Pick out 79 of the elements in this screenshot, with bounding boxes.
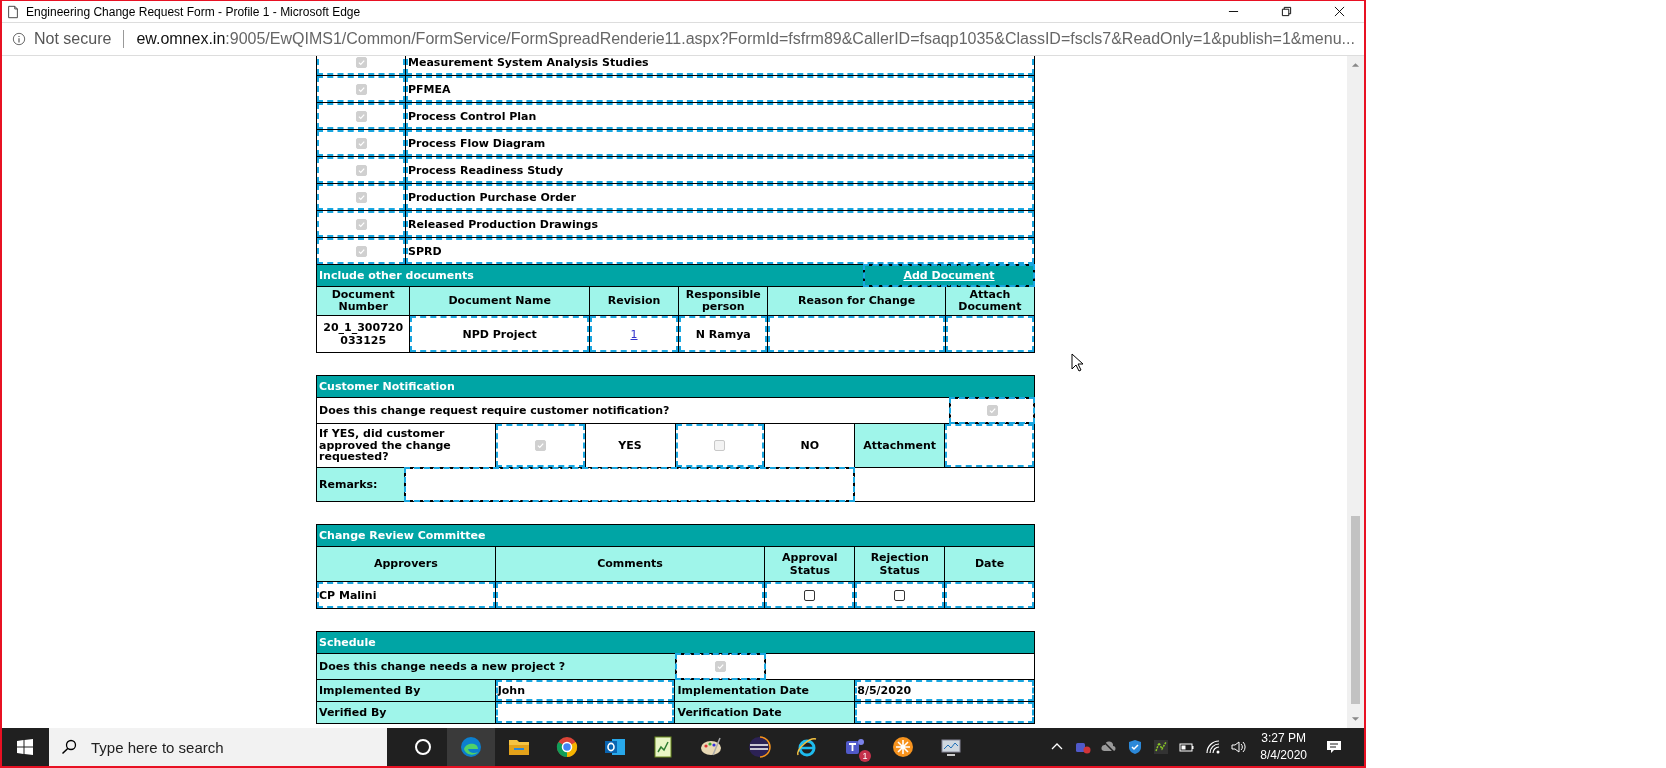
document-label: Production Purchase Order	[408, 190, 576, 204]
table-cell: CP Malini	[317, 582, 495, 608]
option-label: NO	[765, 424, 855, 467]
column-header: Approval Status	[765, 547, 855, 581]
document-label: PFMEA	[408, 82, 451, 96]
field-label: Remarks:	[317, 468, 404, 501]
document-label: Process Control Plan	[408, 109, 537, 123]
column-header: Revision	[589, 287, 679, 315]
eclipse-icon[interactable]	[747, 735, 771, 759]
column-header: Comments	[495, 547, 765, 581]
notepad-chart-icon[interactable]	[651, 735, 675, 759]
input-field[interactable]	[945, 424, 1034, 467]
column-header: Approvers	[317, 547, 495, 581]
field-label: Verified By	[317, 702, 495, 723]
input-field[interactable]	[495, 702, 675, 723]
shield-icon[interactable]	[1127, 739, 1144, 755]
table-cell: NPD Project	[410, 316, 589, 352]
notification-badge: 1	[859, 750, 871, 762]
column-header: Attach Document	[945, 287, 1034, 315]
chrome-icon[interactable]	[555, 735, 579, 759]
input-field[interactable]	[495, 582, 765, 608]
document-label: Released Production Drawings	[408, 217, 598, 231]
close-icon[interactable]	[1334, 6, 1345, 17]
input-field[interactable]	[945, 316, 1034, 352]
field-label: Attachment	[855, 424, 945, 467]
scrollbar-thumb[interactable]	[1351, 516, 1360, 704]
windows-start-icon[interactable]	[17, 739, 33, 755]
app-tray-icon[interactable]	[1153, 739, 1170, 755]
document-label: SPRD	[408, 244, 442, 258]
search-field[interactable]: Type here to search	[49, 728, 387, 766]
column-header: Responsible person	[679, 287, 768, 315]
column-header: Document Number	[317, 287, 410, 315]
document-label: Process Flow Diagram	[408, 136, 546, 150]
document-label: Process Readiness Study	[408, 163, 564, 177]
input-field[interactable]: 8/5/2020	[855, 680, 1034, 701]
section-header: Change Review Committee	[317, 525, 1034, 546]
question-label: Does this change needs a new project ?	[317, 654, 675, 679]
checkbox[interactable]	[894, 589, 906, 601]
security-label[interactable]: Not secure	[34, 30, 112, 48]
input-field[interactable]	[855, 702, 1034, 723]
question-label: Does this change request require customer notification?	[317, 398, 949, 423]
notifications-icon[interactable]	[1326, 739, 1342, 755]
field-label: Implementation Date	[675, 680, 855, 701]
field-label: Implemented By	[317, 680, 495, 701]
window-title: Engineering Change Request Form - Profile 1 - Microsoft Edge	[26, 4, 361, 19]
page-icon	[6, 4, 20, 19]
checkbox[interactable]	[804, 589, 816, 601]
section-header: Schedule	[317, 632, 1034, 653]
column-header: Document Name	[410, 287, 589, 315]
document-label: Measurement System Analysis Studies	[408, 56, 649, 69]
restore-icon[interactable]	[1281, 6, 1292, 17]
section-header: Customer Notification	[317, 376, 1034, 397]
wifi-icon[interactable]	[1205, 739, 1222, 755]
column-header: Reason for Change	[768, 287, 945, 315]
field-label: Verification Date	[675, 702, 855, 723]
info-icon[interactable]	[12, 32, 26, 46]
internet-explorer-icon[interactable]	[795, 735, 819, 759]
question-label: If YES, did customer approved the change requested?	[317, 424, 495, 467]
section-header: Include other documents	[317, 265, 863, 286]
edge-icon[interactable]	[459, 735, 483, 759]
input-field[interactable]	[768, 316, 945, 352]
option-label: YES	[585, 424, 675, 467]
scroll-down-icon[interactable]	[1351, 716, 1360, 722]
input-field[interactable]: John	[495, 680, 675, 701]
mouse-pointer-icon	[1071, 353, 1083, 372]
search-icon	[61, 739, 77, 755]
scroll-up-icon[interactable]	[1351, 62, 1360, 68]
url-text[interactable]: ew.omnex.in:9005/EwQIMS1/Common/FormService/FormSpreadRenderie11.aspx?FormId=fsfrm89&CallerID=fsaqp1035&ClassID=fscls7&ReadOnly=1&publish=1&menu...	[136, 30, 1355, 48]
column-header: Date	[945, 547, 1034, 581]
table-cell: N Ramya	[679, 316, 768, 352]
column-header: Rejection Status	[855, 547, 945, 581]
revision-link[interactable]: 1	[630, 327, 638, 341]
volume-icon[interactable]	[1231, 739, 1248, 755]
flower-icon[interactable]	[891, 735, 915, 759]
clock-date[interactable]: 8/4/2020	[1260, 747, 1307, 764]
table-cell: 20_1_300720033125	[317, 316, 410, 352]
clock-time[interactable]: 3:27 PM	[1261, 730, 1306, 747]
input-field[interactable]	[404, 468, 854, 501]
input-field[interactable]	[945, 582, 1034, 608]
